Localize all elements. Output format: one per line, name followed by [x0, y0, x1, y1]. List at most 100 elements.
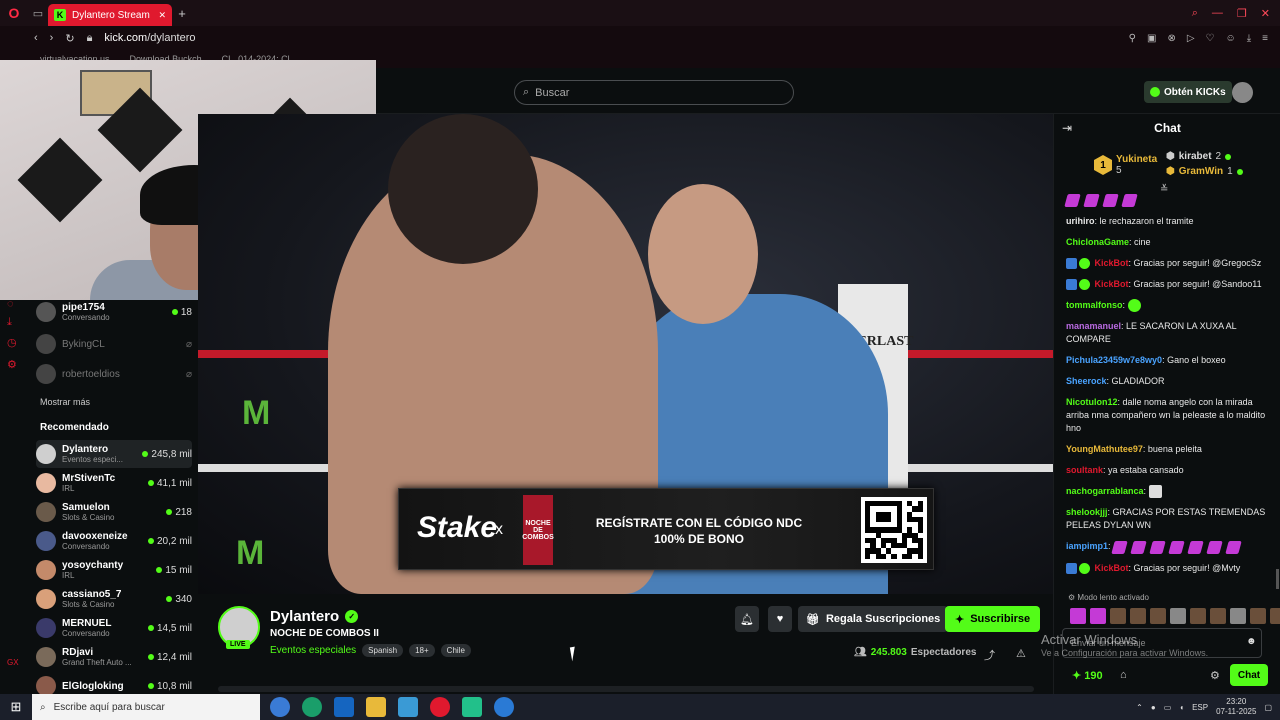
tab-manager-icon[interactable]: ▭	[28, 0, 48, 26]
language-indicator[interactable]: ESP	[1192, 703, 1208, 712]
sidebar-recommended-item[interactable]: MERNUEL Conversando 14,5 mil	[36, 614, 192, 642]
emote-icon	[1130, 540, 1147, 554]
network-icon[interactable]: ▭	[1164, 703, 1172, 712]
gift-subs-button[interactable]: 🎁︎ Regala Suscripciones	[798, 606, 949, 632]
opera-logo-icon[interactable]: O	[0, 0, 28, 26]
account-icon[interactable]: ☺	[1226, 33, 1236, 44]
new-tab-icon[interactable]: +	[172, 6, 192, 21]
subscribe-button[interactable]: ✦ Suscribirse	[945, 606, 1041, 632]
chat-username[interactable]: iampimp1	[1066, 541, 1108, 551]
sidebar-channel-robertoeldios[interactable]: robertoeldios ⌀	[36, 360, 192, 388]
chat-scrollbar[interactable]	[1276, 569, 1279, 589]
notifications-button[interactable]: 🔔︎	[735, 606, 759, 632]
address-bar-actions: ⚲ ▣ ⊗ ▷ ♡ ☺ ⤓ ≡	[1129, 33, 1280, 44]
sidebar-recommended-item[interactable]: Dylantero Eventos especi... 245,8 mil	[36, 440, 192, 468]
sidebar-recommended-item[interactable]: RDjavi Grand Theft Auto ... 12,4 mil	[36, 643, 192, 671]
leaderboard-third: ⬢ GramWin 1	[1166, 166, 1243, 177]
reload-icon[interactable]: ↻	[65, 32, 74, 45]
share-icon[interactable]: ⤴	[984, 647, 995, 663]
rail-history-icon[interactable]: ◷	[7, 336, 17, 349]
sidebar-recommended-item[interactable]: MrStivenTc IRL 41,1 mil	[36, 469, 192, 497]
send-chat-button[interactable]: Chat	[1230, 664, 1268, 686]
volume-icon[interactable]: ◖	[1179, 703, 1184, 712]
download-icon[interactable]: ⤓	[1247, 33, 1251, 44]
file-explorer-icon[interactable]	[366, 697, 386, 717]
tray-chevron-icon[interactable]: ⌃	[1136, 703, 1143, 712]
chat-message: ChiclonaGame: cine	[1066, 237, 1151, 248]
chat-username[interactable]: KickBot	[1095, 279, 1129, 289]
rail-settings-icon[interactable]: ⚙	[7, 358, 17, 371]
chat-settings-icon[interactable]: ⚙	[1210, 669, 1220, 682]
chat-username[interactable]: Pichula23459w7e8wy0	[1066, 355, 1162, 365]
sidebar-recommended-item[interactable]: yosoychanty IRL 15 mil	[36, 556, 192, 584]
heart-icon[interactable]: ♡	[1206, 33, 1215, 44]
video-player[interactable]: M M EVERLAST Stake x NOCHE DE COMBOS REG…	[198, 114, 1053, 594]
close-tab-icon[interactable]: ✕	[158, 10, 166, 21]
get-kicks-button[interactable]: Obtén KICKs	[1144, 81, 1232, 103]
menu-icon[interactable]: ≡	[1262, 33, 1268, 44]
emote-icon	[1168, 540, 1185, 554]
chat-username[interactable]: nachogarrablanca	[1066, 486, 1144, 496]
horizontal-scrollbar[interactable]	[218, 686, 1034, 692]
windows-start-icon[interactable]: ⊞	[0, 694, 32, 720]
outlook-icon[interactable]	[334, 697, 354, 717]
url-field[interactable]: kick.com/dylantero	[104, 32, 195, 44]
close-window-icon[interactable]: ✕	[1261, 7, 1270, 20]
app-icon[interactable]	[494, 697, 514, 717]
emote-icon	[1187, 540, 1204, 554]
chat-text: cine	[1134, 237, 1151, 248]
copilot-icon[interactable]	[270, 697, 290, 717]
store-app-icon[interactable]	[398, 697, 418, 717]
sidebar-recommended-item[interactable]: davooxeneize Conversando 20,2 mil	[36, 527, 192, 555]
emoji-icon[interactable]: ☻	[1246, 636, 1257, 647]
rail-download-icon[interactable]: ⤓	[7, 316, 12, 329]
chat-username[interactable]: Sheerock	[1066, 376, 1107, 386]
clock[interactable]: 23:20 07-11-2025	[1216, 697, 1256, 717]
vpn-icon[interactable]: ⊗	[1167, 33, 1175, 44]
snapshot-icon[interactable]: ▣	[1147, 33, 1156, 44]
show-more-link[interactable]: Mostrar más	[40, 397, 90, 407]
mic-icon[interactable]: ●	[1151, 703, 1156, 712]
category-link[interactable]: Eventos especiales	[270, 645, 356, 656]
tag[interactable]: Chile	[440, 644, 471, 657]
minimize-icon[interactable]: —	[1212, 7, 1223, 20]
sidebar-recommended-item[interactable]: Samuelon Slots & Casino 218	[36, 498, 192, 526]
store-icon[interactable]: ⌂	[1120, 669, 1127, 681]
tag[interactable]: Spanish	[362, 644, 404, 657]
chat-username[interactable]: Nicotulon12	[1066, 397, 1118, 407]
kicks-balance[interactable]: ✦ 190	[1072, 669, 1103, 682]
pin-icon[interactable]: ⚲	[1129, 33, 1136, 44]
chat-username[interactable]: KickBot	[1095, 258, 1129, 268]
chat-username[interactable]: ChiclonaGame	[1066, 237, 1129, 247]
tag[interactable]: 18+	[409, 644, 435, 657]
chat-username[interactable]: tommalfonso	[1066, 300, 1123, 310]
maximize-icon[interactable]: ❐	[1237, 7, 1247, 20]
sidebar-recommended-item[interactable]: cassiano5_7 Slots & Casino 340	[36, 585, 192, 613]
sidebar-channel-bykingcl[interactable]: BykingCL ⌀	[36, 330, 192, 358]
back-icon[interactable]: ‹	[34, 32, 38, 44]
search-input[interactable]: ⌕ Buscar	[514, 80, 794, 105]
forward-icon[interactable]: ›	[50, 32, 54, 44]
player-icon[interactable]: ▷	[1187, 33, 1195, 44]
browser-tab-active[interactable]: K Dylantero Stream - W... ✕	[48, 4, 172, 26]
opera-gx-icon[interactable]	[430, 697, 450, 717]
chat-username[interactable]: soultank	[1066, 465, 1103, 475]
app-icon[interactable]	[462, 697, 482, 717]
notifications-icon[interactable]: ▢	[1264, 703, 1272, 712]
report-icon[interactable]: ⚠	[1016, 647, 1026, 660]
chat-username[interactable]: KickBot	[1095, 563, 1129, 573]
taskbar-search[interactable]: ⌕ Escribe aquí para buscar	[32, 694, 260, 720]
chat-username[interactable]: shelookjjj	[1066, 507, 1108, 517]
chat-input[interactable]: Enviar un mensaje	[1062, 628, 1262, 658]
chat-username[interactable]: manamanuel	[1066, 321, 1121, 331]
chat-username[interactable]: YoungMathutee97	[1066, 444, 1143, 454]
chat-username[interactable]: urihiro	[1066, 216, 1095, 226]
follow-button[interactable]: ♥	[768, 606, 792, 632]
emote-strip[interactable]	[1070, 608, 1280, 624]
search-tabs-icon[interactable]: ⌕	[1192, 7, 1198, 20]
streamer-name[interactable]: Dylantero ✓	[270, 608, 359, 625]
sidebar-channel-pipe1754[interactable]: pipe1754 Conversando 18	[36, 298, 192, 326]
edge-icon[interactable]	[302, 697, 322, 717]
rail-gx-icon[interactable]: GX	[7, 658, 19, 667]
user-avatar[interactable]	[1232, 82, 1253, 103]
